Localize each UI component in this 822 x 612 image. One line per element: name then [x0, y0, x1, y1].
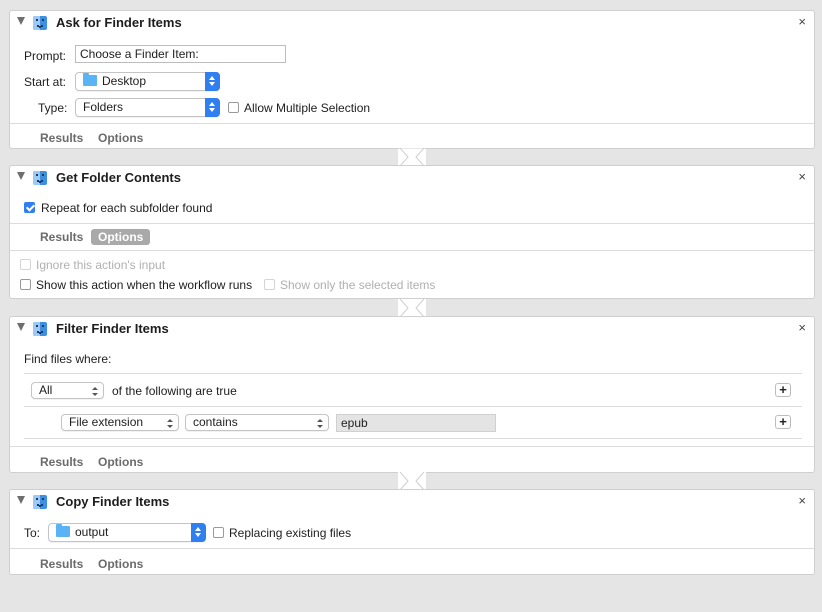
action-header[interactable]: Filter Finder Items ×	[10, 317, 814, 341]
tab-results[interactable]: Results	[40, 455, 83, 469]
action-connector	[398, 472, 426, 490]
divider	[10, 548, 814, 549]
action-title: Ask for Finder Items	[56, 15, 182, 30]
type-label: Type:	[38, 101, 68, 115]
action-title: Filter Finder Items	[56, 321, 169, 336]
action-title: Get Folder Contents	[56, 170, 181, 185]
divider	[24, 438, 802, 439]
destination-value: output	[75, 525, 109, 539]
close-icon[interactable]: ×	[798, 14, 806, 30]
divider	[10, 123, 814, 124]
popup-arrows-icon	[205, 98, 220, 117]
tab-options[interactable]: Options	[98, 131, 143, 145]
action-header[interactable]: Copy Finder Items ×	[10, 490, 814, 514]
start-at-label: Start at:	[24, 75, 67, 89]
finder-icon	[33, 322, 47, 336]
tab-results[interactable]: Results	[40, 557, 83, 571]
finder-icon	[33, 171, 47, 185]
close-icon[interactable]: ×	[798, 169, 806, 185]
to-label: To:	[24, 526, 41, 540]
ignore-input-checkbox[interactable]	[20, 259, 31, 270]
allow-multiple-checkbox[interactable]	[228, 102, 239, 113]
disclosure-triangle-icon[interactable]	[17, 323, 25, 331]
tab-options[interactable]: Options	[91, 229, 151, 245]
show-action-checkbox[interactable]	[20, 279, 31, 290]
destination-popup[interactable]: output	[48, 523, 206, 542]
finder-icon	[33, 495, 47, 509]
popup-arrows-icon	[205, 72, 220, 91]
show-selected-checkbox[interactable]	[264, 279, 275, 290]
criteria-operator-popup[interactable]: contains	[185, 414, 329, 431]
add-subcriteria-button[interactable]: +	[775, 415, 791, 429]
divider	[10, 446, 814, 447]
folder-icon	[83, 73, 97, 86]
prompt-label: Prompt:	[24, 49, 67, 63]
popup-arrows-icon	[317, 415, 324, 432]
action-filter-finder-items: Filter Finder Items × Find files where: …	[9, 316, 815, 473]
finder-icon	[33, 16, 47, 30]
popup-arrows-icon	[167, 415, 174, 432]
action-ask-for-finder-items: Ask for Finder Items × Prompt: Choose a …	[9, 10, 815, 149]
start-at-popup[interactable]: Desktop	[75, 72, 220, 91]
tab-options[interactable]: Options	[98, 557, 143, 571]
criteria-attribute-popup[interactable]: File extension	[61, 414, 179, 431]
repeat-subfolder-checkbox[interactable]	[24, 202, 35, 213]
action-connector	[398, 299, 426, 317]
divider	[24, 406, 802, 407]
divider	[10, 250, 814, 251]
folder-icon	[56, 524, 70, 537]
action-get-folder-contents: Get Folder Contents × Repeat for each su…	[9, 165, 815, 299]
type-value: Folders	[83, 100, 124, 114]
match-suffix-label: of the following are true	[112, 384, 237, 398]
replacing-existing-label: Replacing existing files	[229, 526, 352, 540]
disclosure-triangle-icon[interactable]	[17, 496, 25, 504]
show-selected-label: Show only the selected items	[280, 278, 436, 292]
popup-arrows-icon	[191, 523, 206, 542]
popup-arrows-icon	[92, 383, 99, 400]
divider	[24, 373, 802, 374]
criteria-operator-value: contains	[193, 415, 238, 429]
disclosure-triangle-icon[interactable]	[17, 17, 25, 25]
tab-results[interactable]: Results	[40, 230, 83, 244]
action-copy-finder-items: Copy Finder Items × To: output Replacing…	[9, 489, 815, 575]
type-popup[interactable]: Folders	[75, 98, 220, 117]
add-criteria-button[interactable]: +	[775, 383, 791, 397]
allow-multiple-label: Allow Multiple Selection	[244, 101, 371, 115]
tab-results[interactable]: Results	[40, 131, 83, 145]
find-files-label: Find files where:	[24, 352, 112, 366]
match-popup[interactable]: All	[31, 382, 104, 399]
divider	[10, 223, 814, 224]
ignore-input-label: Ignore this action's input	[36, 258, 166, 272]
action-header[interactable]: Get Folder Contents ×	[10, 166, 814, 190]
match-value: All	[39, 383, 53, 397]
repeat-subfolder-label: Repeat for each subfolder found	[41, 201, 213, 215]
action-connector	[398, 148, 426, 166]
replacing-existing-checkbox[interactable]	[213, 527, 224, 538]
show-action-label: Show this action when the workflow runs	[36, 278, 253, 292]
prompt-input[interactable]: Choose a Finder Item:	[75, 45, 286, 63]
close-icon[interactable]: ×	[798, 320, 806, 336]
disclosure-triangle-icon[interactable]	[17, 172, 25, 180]
start-at-value: Desktop	[102, 74, 147, 88]
action-title: Copy Finder Items	[56, 494, 170, 509]
action-header[interactable]: Ask for Finder Items ×	[10, 11, 814, 35]
criteria-attribute-value: File extension	[69, 415, 144, 429]
close-icon[interactable]: ×	[798, 493, 806, 509]
criteria-value-input[interactable]: epub	[336, 414, 496, 432]
tab-options[interactable]: Options	[98, 455, 143, 469]
